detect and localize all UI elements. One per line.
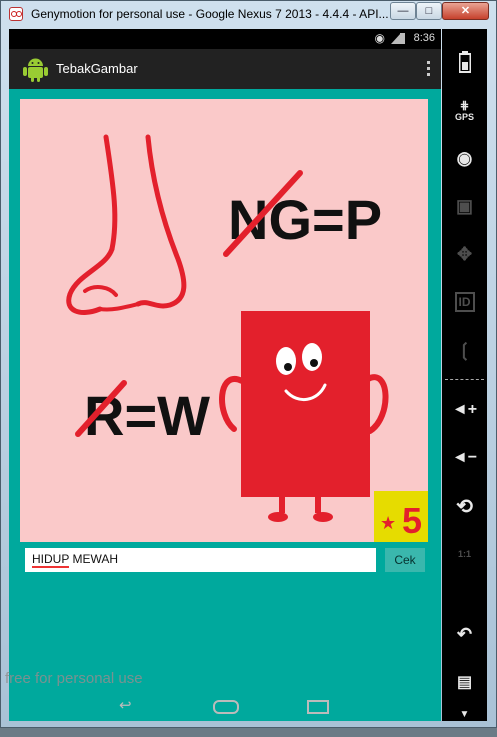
emulator-window: Genymotion for personal use - Google Nex… xyxy=(0,0,497,728)
side-divider xyxy=(445,379,484,380)
network-widget-icon[interactable]: ❲ xyxy=(442,327,487,373)
back-icon[interactable]: ↩ xyxy=(119,698,132,714)
battery-icon xyxy=(400,33,405,44)
gps-widget-icon[interactable]: ⋕ GPS xyxy=(442,87,487,133)
window-titlebar[interactable]: Genymotion for personal use - Google Nex… xyxy=(1,1,496,27)
pixel-perfect-icon[interactable]: 1:1 xyxy=(442,531,487,577)
answer-word-1: HIDUP xyxy=(32,552,70,568)
star-icon: ★ xyxy=(380,513,396,534)
window-title: Genymotion for personal use - Google Nex… xyxy=(31,7,389,21)
minimize-button[interactable]: — xyxy=(390,2,416,20)
answer-input[interactable]: HIDUP MEWAH xyxy=(25,548,376,572)
answer-word-2: MEWAH xyxy=(72,552,119,566)
scroll-down-icon[interactable]: ▼ xyxy=(442,691,487,737)
paper-character xyxy=(219,311,389,522)
score-value: 5 xyxy=(402,500,422,541)
close-button[interactable]: ✕ xyxy=(442,2,489,20)
check-button[interactable]: Cek xyxy=(385,548,425,572)
android-status-bar: ◉ 8:36 xyxy=(9,29,441,49)
capture-widget-icon[interactable]: ▣ xyxy=(442,183,487,229)
clue-text-1: NG=P xyxy=(228,188,382,251)
app-title: TebakGambar xyxy=(56,61,138,76)
action-bar: TebakGambar xyxy=(9,49,441,89)
volume-up-icon[interactable]: ◄+ xyxy=(442,387,487,433)
watermark-text: free for personal use xyxy=(5,670,143,687)
app-content: NG=P R=W ★ 5 HIDUP MEWAH Cek xyxy=(9,89,441,721)
back-button-icon[interactable]: ↶ xyxy=(442,611,487,657)
android-nav-bar: ↩ xyxy=(9,691,441,721)
status-time: 8:36 xyxy=(413,32,435,44)
nose-drawing xyxy=(66,134,187,315)
clue-text-2: R=W xyxy=(84,384,210,447)
score-badge: ★ 5 xyxy=(374,491,428,542)
device-id-widget-icon[interactable]: ID xyxy=(442,279,487,325)
wifi-icon: ◉ xyxy=(374,31,385,45)
android-logo-icon xyxy=(23,58,48,82)
camera-widget-icon[interactable]: ◉ xyxy=(442,135,487,181)
gps-label: GPS xyxy=(454,111,474,122)
dpad-widget-icon[interactable]: ✥ xyxy=(442,231,487,277)
puzzle-image: NG=P R=W ★ 5 xyxy=(20,99,428,542)
genymotion-side-panel: ⋕ GPS ◉ ▣ ✥ ID ❲ ◄+ ◄− ⟲ 1:1 ↶ ▤ ▼ xyxy=(442,29,487,721)
maximize-button[interactable]: □ xyxy=(416,2,442,20)
recent-apps-icon[interactable] xyxy=(307,700,329,714)
rotate-icon[interactable]: ⟲ xyxy=(442,483,487,529)
volume-down-icon[interactable]: ◄− xyxy=(442,435,487,481)
battery-widget-icon[interactable] xyxy=(442,39,487,85)
home-icon[interactable] xyxy=(213,700,239,714)
genymotion-logo-icon xyxy=(9,7,23,21)
device-screen: ◉ 8:36 TebakGambar NG=P R=W ★ 5 HIDUP ME… xyxy=(9,29,441,721)
overflow-menu-icon[interactable] xyxy=(425,59,431,79)
